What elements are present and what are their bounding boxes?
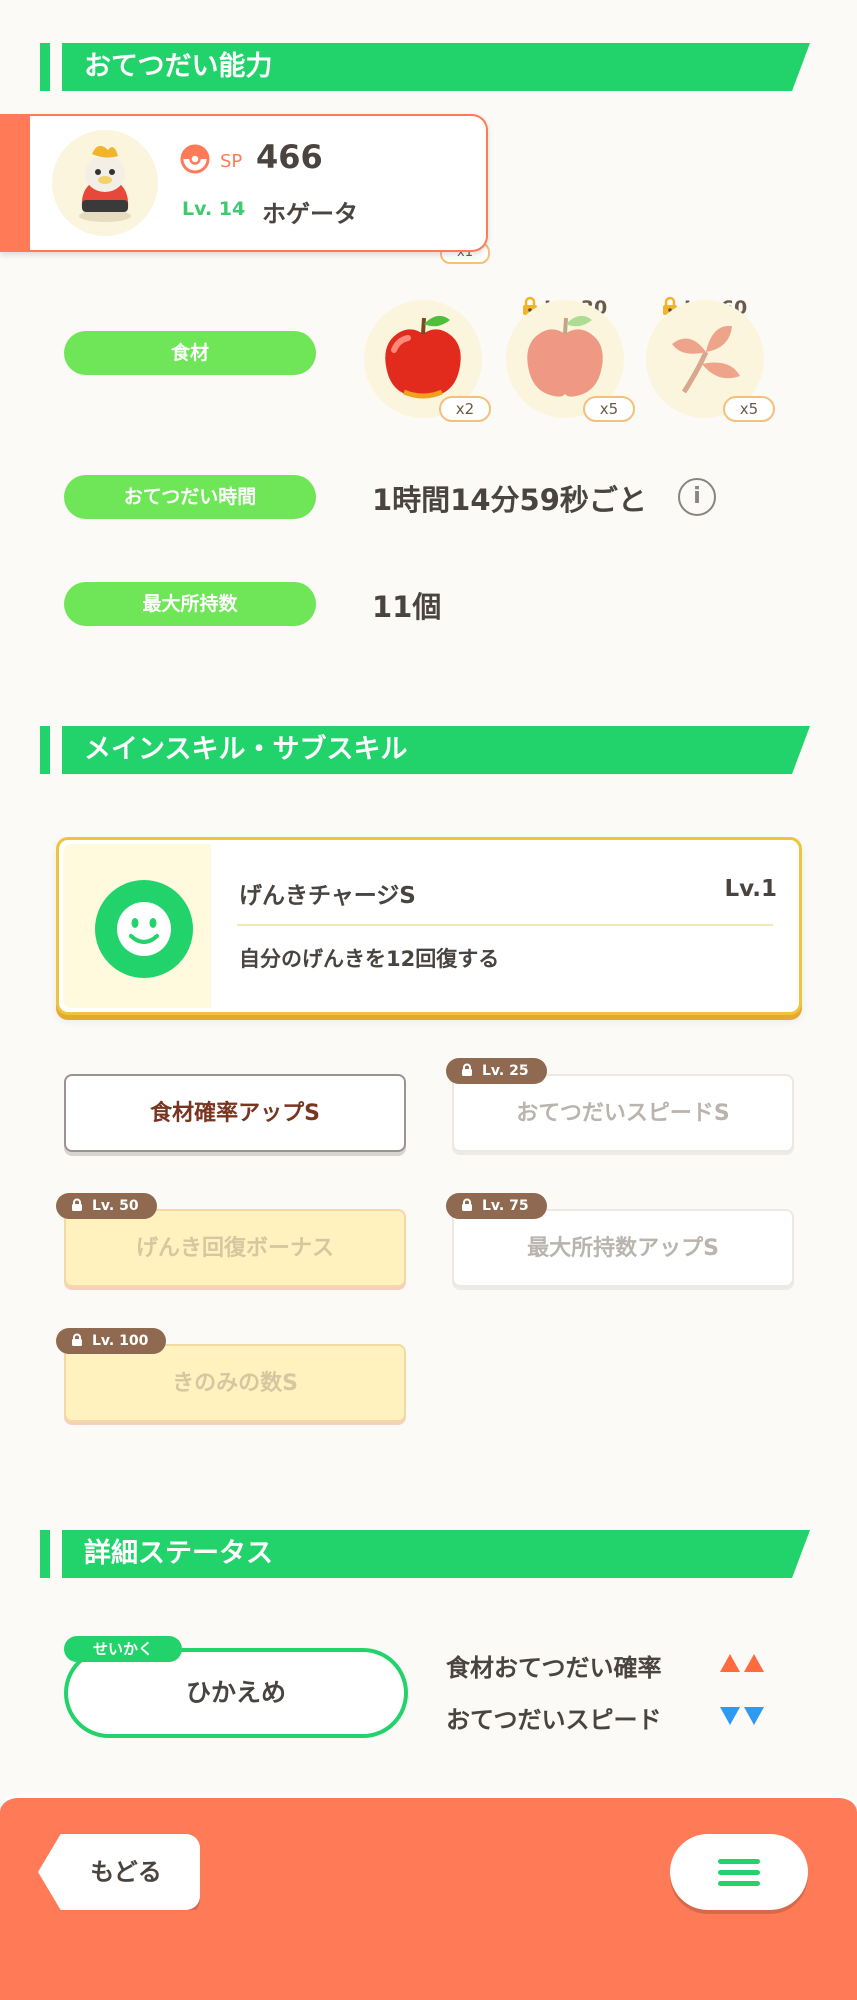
- ingredient-count: x2: [439, 396, 491, 422]
- section-title: 詳細ステータス: [84, 1538, 273, 1569]
- main-skill-card[interactable]: げんきチャージS Lv.1 自分のげんきを12回復する: [56, 837, 802, 1015]
- subskill-slot-locked[interactable]: きのみの数S: [64, 1344, 406, 1422]
- down-arrows-icon: [720, 1707, 768, 1727]
- help-time-label: おてつだい時間: [64, 475, 316, 519]
- pokemon-name: ホゲータ: [262, 200, 358, 228]
- pokemon-card[interactable]: SP 466 Lv. 14 ホゲータ: [0, 114, 488, 252]
- bottom-nav-bar: もどる: [0, 1794, 857, 2000]
- up-arrows-icon: [720, 1654, 768, 1674]
- ingredients-label: 食材: [64, 331, 316, 375]
- lock-icon: [72, 1333, 82, 1346]
- subskill-slot-locked[interactable]: 最大所持数アップS: [452, 1209, 794, 1287]
- pokeball-icon: [180, 144, 210, 174]
- menu-button[interactable]: [670, 1834, 808, 1910]
- lock-icon: [72, 1198, 82, 1211]
- section-header-details: 詳細ステータス: [40, 1530, 810, 1578]
- info-icon[interactable]: i: [678, 478, 716, 516]
- subskill-slot[interactable]: 食材確率アップS: [64, 1074, 406, 1152]
- back-button[interactable]: もどる: [38, 1834, 200, 1910]
- section-header-helper: おてつだい能力: [40, 43, 810, 91]
- ingredient-count: x5: [583, 396, 635, 422]
- sp-label: SP: [220, 151, 243, 172]
- nature-down-label: おてつだいスピード: [446, 1706, 662, 1734]
- max-carry-label: 最大所持数: [64, 582, 316, 626]
- subskill-unlock-badge: Lv. 100: [56, 1328, 167, 1354]
- lock-icon: [462, 1198, 472, 1211]
- subskill-unlock-badge: Lv. 75: [446, 1193, 547, 1219]
- main-skill-level: Lv.1: [724, 876, 777, 902]
- max-carry-value: 11個: [372, 590, 442, 624]
- section-header-skills: メインスキル・サブスキル: [40, 726, 810, 774]
- smile-icon: [95, 880, 193, 978]
- main-skill-name: げんきチャージS: [239, 883, 416, 909]
- nature-tag: せいかく: [64, 1636, 182, 1662]
- ingredient-count: x5: [723, 396, 775, 422]
- subskill-unlock-badge: Lv. 25: [446, 1058, 547, 1084]
- subskill-slot-locked[interactable]: おてつだいスピードS: [452, 1074, 794, 1152]
- subskill-slot-locked[interactable]: げんき回復ボーナス: [64, 1209, 406, 1287]
- help-time-value: 1時間14分59秒ごと: [372, 483, 647, 517]
- sp-value: 466: [256, 138, 323, 176]
- pokemon-level: Lv. 14: [182, 198, 246, 220]
- section-title: おてつだい能力: [84, 51, 273, 82]
- subskill-unlock-badge: Lv. 50: [56, 1193, 157, 1219]
- nature-up-label: 食材おてつだい確率: [446, 1654, 662, 1682]
- main-skill-description: 自分のげんきを12回復する: [239, 947, 500, 971]
- section-title: メインスキル・サブスキル: [84, 734, 408, 765]
- lock-icon: [462, 1063, 472, 1076]
- pokemon-avatar: [52, 130, 158, 236]
